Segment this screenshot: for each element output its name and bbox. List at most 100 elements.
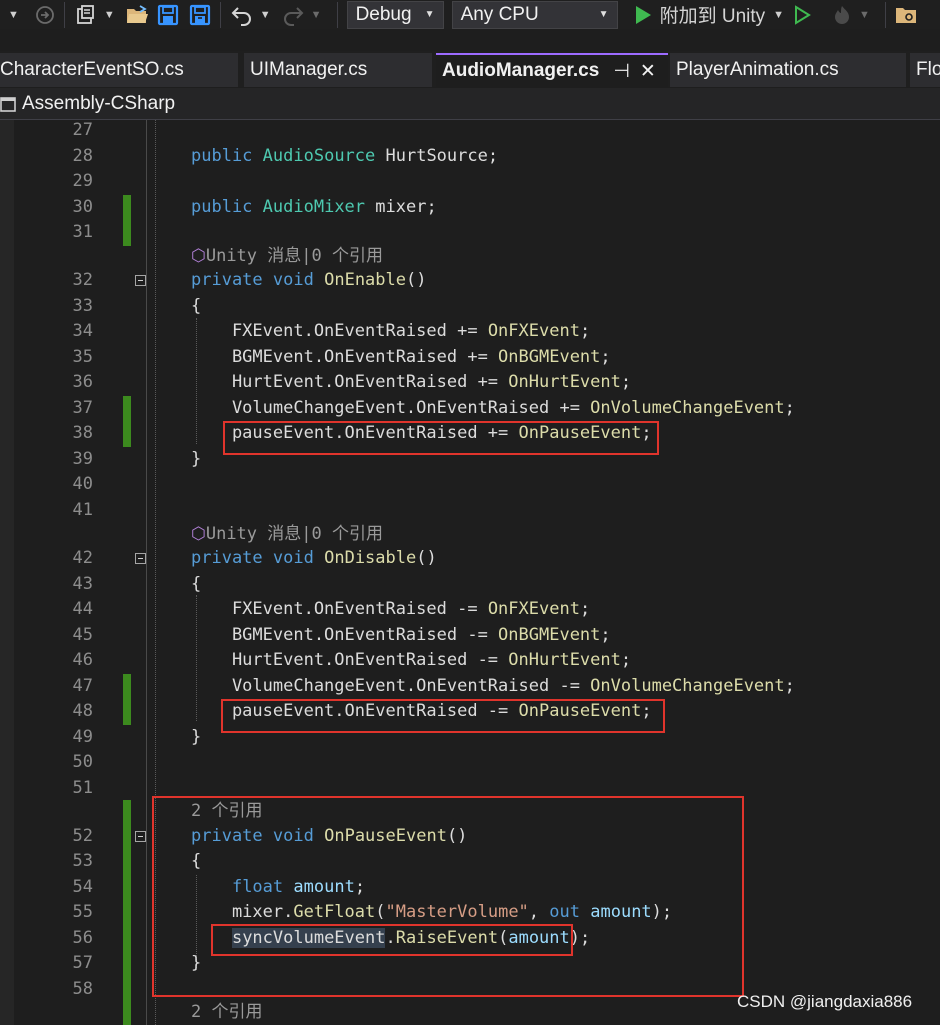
- configuration-select[interactable]: Debug ▼: [346, 0, 444, 29]
- start-without-debug-icon[interactable]: [794, 4, 812, 25]
- codelens-text[interactable]: ⬡Unity 消息|0 个引用: [191, 244, 383, 269]
- codelens-text[interactable]: 2 个引用: [191, 1000, 262, 1025]
- code-text[interactable]: public AudioMixer mixer;: [191, 195, 437, 220]
- codelens-text[interactable]: ⬡Unity 消息|0 个引用: [191, 522, 383, 547]
- line-number: 38: [72, 423, 93, 443]
- code-text[interactable]: BGMEvent.OnEventRaised += OnBGMEvent;: [191, 345, 611, 370]
- code-line[interactable]: 28 public AudioSource HurtSource;: [0, 144, 940, 169]
- code-text[interactable]: {: [191, 572, 201, 597]
- document-tab-bar: CharacterEventSO.cs UIManager.cs AudioMa…: [0, 51, 940, 87]
- code-line[interactable]: 44 FXEvent.OnEventRaised -= OnFXEvent;: [0, 597, 940, 622]
- line-number: 53: [72, 851, 93, 871]
- attach-dropdown-icon[interactable]: ▼: [773, 9, 784, 21]
- toolbar-separator: [219, 1, 221, 28]
- undo-icon[interactable]: [230, 4, 254, 26]
- toolbar-separator: [884, 1, 886, 28]
- save-all-icon[interactable]: [189, 4, 211, 26]
- code-line[interactable]: 45 BGMEvent.OnEventRaised -= OnBGMEvent;: [0, 623, 940, 648]
- code-line[interactable]: 42 private void OnDisable(): [0, 546, 940, 571]
- code-line[interactable]: 37 VolumeChangeEvent.OnEventRaised += On…: [0, 396, 940, 421]
- attach-unity-button[interactable]: 附加到 Unity: [660, 1, 766, 28]
- code-editor[interactable]: 27 28 public AudioSource HurtSource; 29 …: [0, 120, 940, 1025]
- code-text[interactable]: VolumeChangeEvent.OnEventRaised -= OnVol…: [191, 674, 795, 699]
- line-number: 49: [72, 727, 93, 747]
- toolbar-separator: [336, 1, 338, 28]
- toolbar-separator: [63, 1, 65, 28]
- code-text[interactable]: HurtEvent.OnEventRaised += OnHurtEvent;: [191, 370, 631, 395]
- save-icon[interactable]: [157, 4, 179, 26]
- code-line: 50: [0, 750, 940, 775]
- close-icon[interactable]: ✕: [640, 60, 656, 83]
- line-number: 57: [72, 953, 93, 973]
- tab-ui-manager[interactable]: UIManager.cs: [244, 53, 432, 87]
- platform-select[interactable]: Any CPU ▼: [451, 0, 618, 29]
- code-text[interactable]: VolumeChangeEvent.OnEventRaised += OnVol…: [191, 396, 795, 421]
- code-line[interactable]: 35 BGMEvent.OnEventRaised += OnBGMEvent;: [0, 345, 940, 370]
- code-line[interactable]: 30 public AudioMixer mixer;: [0, 195, 940, 220]
- codelens-row[interactable]: ⬡Unity 消息|0 个引用: [0, 522, 940, 547]
- new-item-dropdown-icon[interactable]: ▼: [104, 9, 115, 21]
- code-line[interactable]: 47 VolumeChangeEvent.OnEventRaised -= On…: [0, 674, 940, 699]
- folder-view-icon[interactable]: [895, 5, 917, 25]
- line-number: 39: [72, 449, 93, 469]
- line-number: 28: [72, 146, 93, 166]
- line-number: 43: [72, 574, 93, 594]
- code-line[interactable]: 36 HurtEvent.OnEventRaised += OnHurtEven…: [0, 370, 940, 395]
- line-number: 58: [72, 979, 93, 999]
- line-number: 51: [72, 778, 93, 798]
- open-folder-icon[interactable]: [125, 4, 149, 26]
- code-text[interactable]: FXEvent.OnEventRaised += OnFXEvent;: [191, 319, 590, 344]
- line-number: 48: [72, 701, 93, 721]
- code-text[interactable]: BGMEvent.OnEventRaised -= OnBGMEvent;: [191, 623, 611, 648]
- code-line: 40: [0, 472, 940, 497]
- tab-label: CharacterEventSO.cs: [0, 59, 184, 80]
- codelens-row[interactable]: ⬡Unity 消息|0 个引用: [0, 244, 940, 269]
- code-text[interactable]: {: [191, 294, 201, 319]
- tab-label: UIManager.cs: [250, 59, 368, 80]
- line-number: 56: [72, 928, 93, 948]
- hot-reload-dropdown-icon[interactable]: ▼: [859, 9, 870, 21]
- csharp-project-icon: [0, 95, 18, 113]
- watermark: CSDN @jiangdaxia886: [737, 992, 913, 1011]
- line-number: 46: [72, 650, 93, 670]
- undo-dropdown-icon[interactable]: ▼: [260, 9, 271, 21]
- line-number: 36: [72, 372, 93, 392]
- dropdown-caret-icon[interactable]: ▼: [8, 9, 19, 21]
- tab-audio-manager[interactable]: AudioManager.cs ⊣ ✕: [436, 53, 668, 87]
- navigate-forward-icon[interactable]: [35, 5, 55, 25]
- tab-label: PlayerAnimation.cs: [676, 59, 839, 80]
- code-text[interactable]: }: [191, 725, 201, 750]
- platform-value: Any CPU: [460, 3, 539, 25]
- hot-reload-icon[interactable]: [831, 4, 853, 26]
- code-text[interactable]: HurtEvent.OnEventRaised -= OnHurtEvent;: [191, 648, 631, 673]
- redo-dropdown-icon[interactable]: ▼: [311, 9, 322, 21]
- code-line[interactable]: 33 {: [0, 294, 940, 319]
- line-number: 55: [72, 902, 93, 922]
- code-line[interactable]: 46 HurtEvent.OnEventRaised -= OnHurtEven…: [0, 648, 940, 673]
- navigation-bar[interactable]: Assembly-CSharp: [0, 88, 940, 120]
- tab-character-event-so[interactable]: CharacterEventSO.cs: [0, 53, 238, 87]
- tab-label: Flo: [916, 59, 940, 80]
- redo-icon[interactable]: [281, 4, 305, 26]
- play-icon[interactable]: [634, 5, 652, 25]
- code-line[interactable]: 43 {: [0, 572, 940, 597]
- code-text[interactable]: private void OnEnable(): [191, 268, 426, 293]
- line-number: 35: [72, 347, 93, 367]
- line-number: 42: [72, 548, 93, 568]
- code-line[interactable]: 34 FXEvent.OnEventRaised += OnFXEvent;: [0, 319, 940, 344]
- line-number: 29: [72, 171, 93, 191]
- code-text[interactable]: public AudioSource HurtSource;: [191, 144, 498, 169]
- code-text[interactable]: FXEvent.OnEventRaised -= OnFXEvent;: [191, 597, 590, 622]
- project-name: Assembly-CSharp: [22, 92, 176, 114]
- line-number: 31: [72, 222, 93, 242]
- code-line: 31: [0, 220, 940, 245]
- configuration-value: Debug: [355, 3, 412, 25]
- pin-icon[interactable]: ⊣: [613, 60, 630, 83]
- code-line[interactable]: 32 private void OnEnable(): [0, 268, 940, 293]
- tab-flo[interactable]: Flo: [910, 53, 940, 87]
- code-line: 41: [0, 498, 940, 523]
- code-text[interactable]: }: [191, 447, 201, 472]
- code-text[interactable]: private void OnDisable(): [191, 546, 437, 571]
- tab-player-animation[interactable]: PlayerAnimation.cs: [670, 53, 906, 87]
- new-item-icon[interactable]: [74, 3, 98, 27]
